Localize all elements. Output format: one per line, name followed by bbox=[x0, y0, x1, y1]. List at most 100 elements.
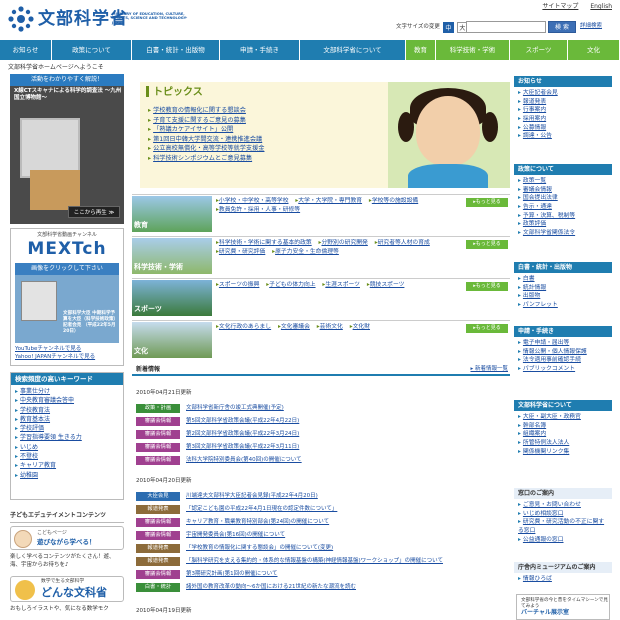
topic-item[interactable]: 学校教育の情報化に関する懇談会 bbox=[148, 106, 264, 116]
topic-item[interactable]: 科学技術シンポジウムとご意見募集 bbox=[148, 154, 264, 164]
category-link[interactable]: 文化審議会 bbox=[278, 324, 310, 330]
right-link[interactable]: 告示・通達 bbox=[518, 203, 608, 212]
right-link[interactable]: 国会提出法律 bbox=[518, 194, 608, 203]
right-link[interactable]: 幹部名簿 bbox=[518, 422, 608, 431]
right-link[interactable]: 大臣・副大臣・政務官 bbox=[518, 413, 608, 422]
keyword-item[interactable]: 教育基本法 bbox=[15, 415, 119, 424]
right-section-title[interactable]: 政策について bbox=[514, 164, 612, 175]
science-image[interactable]: 科学技術・学術 bbox=[132, 238, 212, 274]
right-link[interactable]: 大臣記者会見 bbox=[518, 89, 608, 98]
keyword-item[interactable]: 学校評価 bbox=[15, 424, 119, 433]
news-link[interactable]: 第3回文部科学省政策会議(平成22年3月11日) bbox=[186, 444, 299, 451]
right-link[interactable]: 研究費・研究活動の不正に関する窓口 bbox=[518, 518, 608, 535]
category-link[interactable]: 科学技術・学術に関する基本的政策 bbox=[216, 240, 312, 246]
news-link[interactable]: 「学校教育の情報化に関する懇談会」の開催について(変更) bbox=[186, 545, 333, 552]
category-link[interactable]: 文化行政のあらまし bbox=[216, 324, 271, 330]
right-link[interactable]: 白書 bbox=[518, 275, 608, 284]
topic-item[interactable]: 公立高校無償化・高等学校等就学支援金 bbox=[148, 144, 264, 154]
right-link[interactable]: 文部科学省関係法令 bbox=[518, 229, 608, 238]
nav-about[interactable]: 文部科学省について bbox=[300, 40, 406, 60]
english-link[interactable]: English bbox=[590, 3, 612, 10]
right-link[interactable]: 電子申請・届出等 bbox=[518, 339, 608, 348]
right-link[interactable]: 情報公開・個人情報保護 bbox=[518, 348, 608, 357]
nav-hakusho[interactable]: 白書・統計・出版物 bbox=[132, 40, 220, 60]
advanced-search-link[interactable]: 詳細検索 bbox=[580, 23, 602, 30]
news-link[interactable]: 文部科学省新庁舎の竣工式典開催(予定) bbox=[186, 405, 284, 412]
category-link[interactable]: 子どもの体力向上 bbox=[266, 282, 315, 288]
nav-bunka[interactable]: 文化 bbox=[568, 40, 620, 60]
play-button[interactable]: ここから再生 ≫ bbox=[68, 206, 120, 218]
category-link[interactable]: 研究費・研究評価 bbox=[216, 249, 265, 255]
right-link[interactable]: 関係機関リンク集 bbox=[518, 448, 608, 457]
right-link[interactable]: ご意見・お問い合わせ bbox=[518, 501, 608, 510]
more-button[interactable]: ▸もっと見る bbox=[466, 282, 508, 291]
search-button[interactable]: 検 索 bbox=[548, 21, 576, 33]
news-link[interactable]: キャリア教育・職業教育特別部会(第24回)の開催について bbox=[186, 519, 329, 526]
category-link[interactable]: 文化財 bbox=[350, 324, 370, 330]
youtube-link[interactable]: YouTubeチャンネルで見る bbox=[15, 346, 95, 354]
right-link[interactable]: 所管特例法人法人 bbox=[518, 439, 608, 448]
category-link[interactable]: 芸術文化 bbox=[317, 324, 343, 330]
keyword-item[interactable]: 学習指導要領 生きる力 bbox=[15, 433, 119, 442]
search-input[interactable] bbox=[466, 21, 546, 33]
font-size-medium-button[interactable]: 中 bbox=[442, 21, 454, 33]
right-link[interactable]: 公益通報の窓口 bbox=[518, 536, 608, 545]
keyword-item[interactable]: 学校教育法 bbox=[15, 406, 119, 415]
keyword-item[interactable]: 不登校 bbox=[15, 452, 119, 461]
news-link[interactable]: 法科大学院特別委員会(第40回)の開催について bbox=[186, 457, 302, 464]
sitemap-link[interactable]: サイトマップ bbox=[542, 3, 578, 10]
keyword-item[interactable]: キャリア教育 bbox=[15, 461, 119, 470]
virtual-exhibit-banner[interactable]: 文部科学省の今と昔をタイムマシーンで見てみよう バーチャル展示室 bbox=[516, 594, 610, 620]
category-link[interactable]: 競技スポーツ bbox=[367, 282, 405, 288]
right-link[interactable]: パンフレット bbox=[518, 301, 608, 310]
right-link[interactable]: 政策評価 bbox=[518, 220, 608, 229]
nav-seisaku[interactable]: 政策について bbox=[52, 40, 132, 60]
category-link[interactable]: 教員免許・採用・人事・研修等 bbox=[216, 207, 300, 213]
news-link[interactable]: 第2回文部科学省政策会議(平成22年3月24日) bbox=[186, 431, 299, 438]
right-link[interactable]: 審議会情報 bbox=[518, 186, 608, 195]
keyword-item[interactable]: 事業仕分け bbox=[15, 387, 119, 396]
category-link[interactable]: スポーツの振興 bbox=[216, 282, 259, 288]
nav-shinsei[interactable]: 申請・手続き bbox=[220, 40, 300, 60]
right-link[interactable]: 法令適用事前確認手続 bbox=[518, 356, 608, 365]
news-link[interactable]: 第3期研究計画(第1回の開催について bbox=[186, 571, 277, 578]
kids-page-banner[interactable]: こどもページ 遊びながら学べる！ bbox=[10, 526, 124, 550]
right-section-title[interactable]: お知らせ bbox=[514, 76, 612, 87]
category-link[interactable]: 大学・大学院・専門教育 bbox=[295, 198, 362, 204]
category-link[interactable]: 原子力安全・生命倫理等 bbox=[272, 249, 339, 255]
category-link[interactable]: 分野別の研究開発 bbox=[319, 240, 367, 246]
keyword-item[interactable]: いじめ bbox=[15, 443, 119, 452]
mext-video-thumbnail[interactable]: 画像をクリックして下さい 文部科学大臣 中期科学予算を大臣（科学技術政策）記者会… bbox=[15, 263, 119, 343]
right-link[interactable]: 採用案内 bbox=[518, 115, 608, 124]
topic-item[interactable]: 「熟議カケアイサイト」公開 bbox=[148, 125, 264, 135]
category-link[interactable]: 小学校・中学校・高等学校 bbox=[216, 198, 289, 204]
right-section-title[interactable]: 文部科学省について bbox=[514, 400, 612, 411]
more-button[interactable]: ▸もっと見る bbox=[466, 240, 508, 249]
news-link[interactable]: 第5回文部科学省政策会議(平成22年4月22日) bbox=[186, 418, 299, 425]
yahoo-link[interactable]: Yahoo! JAPANチャンネルで見る bbox=[15, 354, 95, 362]
category-link[interactable]: 生涯スポーツ bbox=[322, 282, 360, 288]
category-link[interactable]: 学校等の施設設備 bbox=[369, 198, 418, 204]
nav-kyoiku[interactable]: 教育 bbox=[406, 40, 436, 60]
category-link[interactable]: 研究者等人材の育成 bbox=[375, 240, 430, 246]
right-section-title[interactable]: 申請・手続き bbox=[514, 326, 612, 337]
news-link[interactable]: 宇宙開発委員会(第16回)の開催について bbox=[186, 532, 285, 539]
ct-scanner-banner[interactable]: 活動をわかりやすく解説！ X線CTスキャナによる科学的調査法 〜九州国立博物館〜… bbox=[10, 74, 124, 224]
keyword-item[interactable]: 幼稚園 bbox=[15, 471, 119, 480]
news-link[interactable]: 「脳科学研究を支える集約的・体系的な情報基盤の構築(神経情報基盤)ワークショップ… bbox=[186, 558, 443, 565]
right-link[interactable]: 予算・決算、税制等 bbox=[518, 212, 608, 221]
right-section-title[interactable]: 白書・統計・出版物 bbox=[514, 262, 612, 273]
news-list-link[interactable]: ▸ 新着情報一覧 bbox=[470, 366, 508, 373]
sports-image[interactable]: スポーツ bbox=[132, 280, 212, 316]
right-link[interactable]: 行事案内 bbox=[518, 106, 608, 115]
culture-image[interactable]: 文化 bbox=[132, 322, 212, 358]
news-link[interactable]: 川端達夫文部科学大臣記者会見録(平成22年4月20日) bbox=[186, 493, 318, 500]
nav-oshirase[interactable]: お知らせ bbox=[0, 40, 52, 60]
right-link[interactable]: 組織案内 bbox=[518, 430, 608, 439]
keyword-item[interactable]: 中央教育審議会答申 bbox=[15, 396, 119, 405]
more-button[interactable]: ▸もっと見る bbox=[466, 198, 508, 207]
education-image[interactable]: 教育 bbox=[132, 196, 212, 232]
right-link[interactable]: 政策一覧 bbox=[518, 177, 608, 186]
donna-banner[interactable]: 数学で生る文部科学 どんな文科省 bbox=[10, 576, 124, 602]
mext-channel-logo[interactable]: MEXTch bbox=[11, 239, 123, 260]
